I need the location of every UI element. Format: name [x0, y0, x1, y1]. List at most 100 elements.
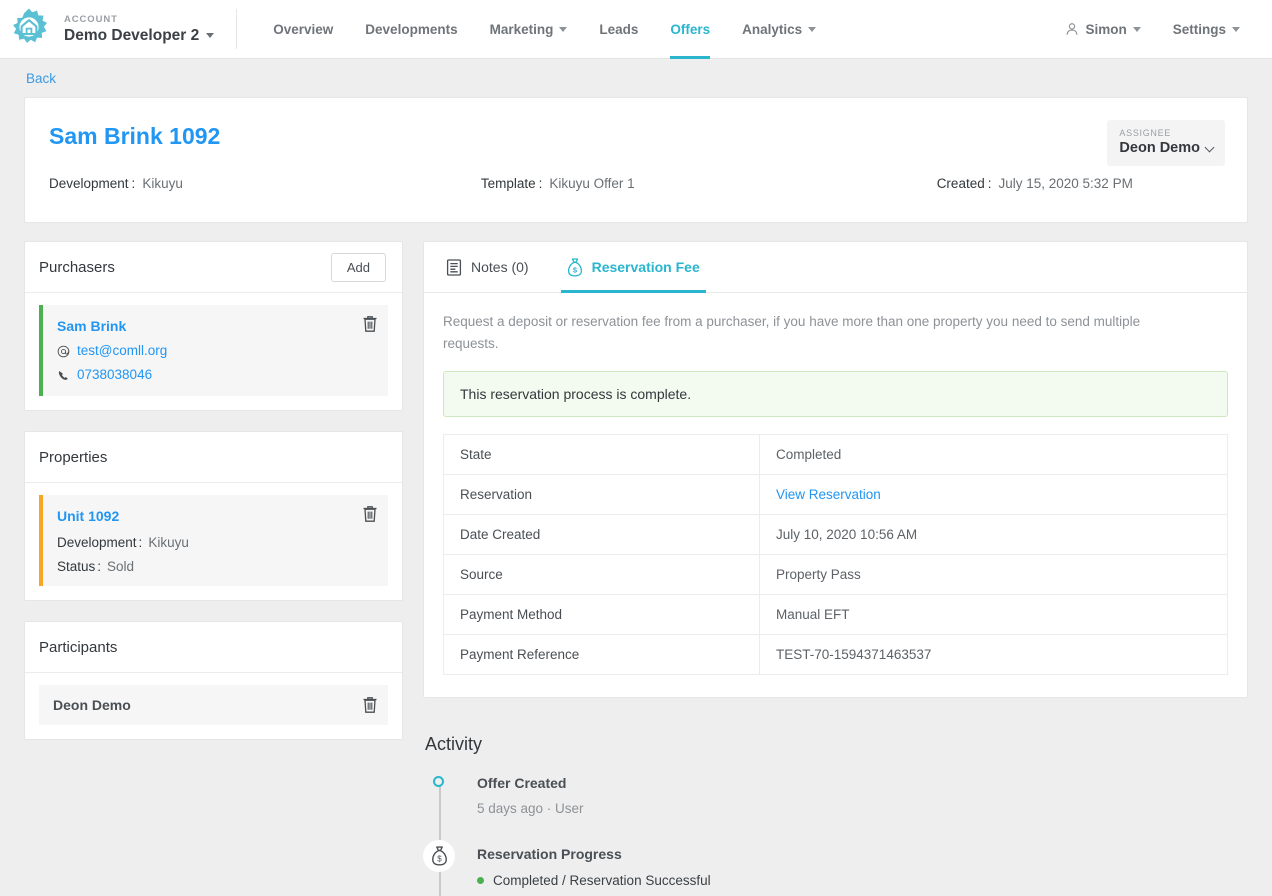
settings-menu[interactable]: Settings — [1159, 0, 1254, 59]
tab-notes[interactable]: Notes (0) — [440, 242, 535, 293]
timeline-money-bag-badge: $ — [423, 840, 455, 872]
table-row: Payment Method Manual EFT — [443, 594, 1228, 635]
tab-reservation-fee[interactable]: $ Reservation Fee — [560, 242, 706, 293]
chevron-down-icon — [206, 32, 215, 38]
assignee-name-text: Deon Demo — [1119, 140, 1200, 156]
nav-label: Analytics — [742, 21, 803, 37]
nav-divider — [236, 9, 238, 49]
purchaser-name[interactable]: Sam Brink — [57, 316, 376, 336]
nav-item-analytics[interactable]: Analytics — [726, 0, 832, 59]
top-navigation-bar: ACCOUNT Demo Developer 2 Overview Develo… — [0, 0, 1272, 59]
table-row: State Completed — [443, 434, 1228, 475]
participant-item[interactable]: Deon Demo — [39, 685, 388, 725]
properties-title: Properties — [39, 448, 108, 466]
activity-section: Activity Offer Created 5 days ago · User… — [423, 718, 1248, 896]
svg-text:$: $ — [437, 854, 442, 863]
nav-label: Overview — [273, 21, 334, 37]
nav-label: Developments — [365, 21, 458, 37]
property-name[interactable]: Unit 1092 — [57, 506, 376, 526]
main-content-column: Notes (0) $ Reservation Fee Request a de… — [423, 241, 1248, 896]
participant-name: Deon Demo — [53, 697, 131, 713]
table-row: Reservation View Reservation — [443, 474, 1228, 515]
purchaser-phone-row[interactable]: 0738038046 — [57, 366, 376, 384]
properties-panel: Properties Unit 1092 Development Kikuyu … — [24, 431, 403, 601]
property-development-label: Development — [57, 535, 142, 550]
meta-development: Development Kikuyu — [49, 176, 183, 191]
timeline-item-reservation-progress: $ Reservation Progress Completed / Reser… — [423, 840, 1248, 896]
activity-timeline: Offer Created 5 days ago · User $ Reserv… — [423, 773, 1248, 896]
meta-template: Template Kikuyu Offer 1 — [481, 176, 635, 191]
nav-item-overview[interactable]: Overview — [257, 0, 349, 59]
settings-menu-label: Settings — [1172, 21, 1226, 37]
nav-item-developments[interactable]: Developments — [349, 0, 473, 59]
row-key: Payment Method — [443, 594, 760, 635]
row-value: July 10, 2020 10:56 AM — [759, 514, 1228, 555]
row-value: Manual EFT — [759, 594, 1228, 635]
assignee-selector[interactable]: ASSIGNEE Deon Demo — [1107, 120, 1225, 166]
row-key: State — [443, 434, 760, 475]
row-value: View Reservation — [759, 474, 1228, 515]
chevron-down-icon — [1132, 26, 1141, 32]
purchasers-title: Purchasers — [39, 258, 115, 276]
purchasers-panel-header: Purchasers Add — [25, 242, 402, 293]
meta-label: Template — [481, 176, 543, 191]
add-purchaser-button[interactable]: Add — [330, 252, 386, 282]
chevron-down-icon — [808, 26, 817, 32]
meta-value: July 15, 2020 5:32 PM — [998, 176, 1133, 191]
purchasers-panel-body: Sam Brink test@comll.org 0738038046 — [25, 293, 402, 410]
page-title: Sam Brink 1092 — [49, 123, 221, 149]
nav-label: Leads — [599, 21, 639, 37]
participants-panel: Participants Deon Demo — [24, 621, 403, 740]
nav-item-marketing[interactable]: Marketing — [474, 0, 584, 59]
property-item[interactable]: Unit 1092 Development Kikuyu Status Sold — [39, 495, 388, 586]
purchaser-email[interactable]: test@comll.org — [77, 342, 167, 360]
account-name-text: Demo Developer 2 — [64, 26, 200, 44]
account-name: Demo Developer 2 — [64, 26, 215, 45]
property-status: Status Sold — [57, 559, 376, 574]
chevron-down-icon — [1204, 142, 1215, 152]
timeline-status-text: Completed / Reservation Successful — [493, 873, 711, 888]
phone-icon — [58, 370, 68, 380]
purchaser-phone[interactable]: 0738038046 — [77, 366, 152, 384]
left-sidebar-column: Purchasers Add Sam Brink test@comll.org — [24, 241, 403, 760]
app-logo[interactable] — [0, 7, 58, 51]
row-value: TEST-70-1594371463537 — [759, 634, 1228, 675]
timeline-subtext: 5 days ago · User — [477, 801, 584, 816]
timeline-status: Completed / Reservation Successful — [477, 873, 1248, 888]
meta-label: Created — [937, 176, 992, 191]
meta-created: Created July 15, 2020 5:32 PM — [937, 176, 1133, 191]
tab-notes-label: Notes (0) — [471, 259, 529, 275]
nav-item-leads[interactable]: Leads — [583, 0, 654, 59]
view-reservation-link[interactable]: View Reservation — [776, 487, 881, 502]
status-bullet-icon — [477, 877, 484, 884]
reservation-complete-alert: This reservation process is complete. — [443, 371, 1228, 417]
timeline-dot-icon — [433, 776, 444, 787]
delete-purchaser-icon[interactable] — [362, 315, 378, 333]
properties-panel-body: Unit 1092 Development Kikuyu Status Sold — [25, 483, 402, 600]
nav-label: Offers — [670, 21, 711, 37]
nav-item-offers[interactable]: Offers — [654, 0, 726, 59]
meta-label: Development — [49, 176, 135, 191]
timeline-heading: Offer Created — [477, 775, 567, 791]
user-menu[interactable]: Simon — [1051, 0, 1154, 59]
participants-panel-body: Deon Demo — [25, 673, 402, 739]
reservation-description: Request a deposit or reservation fee fro… — [443, 314, 1141, 351]
participants-panel-header: Participants — [25, 622, 402, 673]
gear-house-logo-icon — [13, 8, 47, 43]
reservation-details-table: State Completed Reservation View Reserva… — [443, 434, 1228, 675]
meta-value: Kikuyu Offer 1 — [549, 176, 635, 191]
property-status-label: Status — [57, 559, 101, 574]
account-switcher[interactable]: ACCOUNT Demo Developer 2 — [58, 14, 236, 45]
property-development: Development Kikuyu — [57, 535, 376, 550]
chevron-down-icon — [1232, 26, 1240, 32]
purchaser-item[interactable]: Sam Brink test@comll.org 0738038046 — [39, 305, 388, 396]
offer-header-card: Sam Brink 1092 Development Kikuyu Templa… — [24, 97, 1248, 223]
delete-participant-icon[interactable] — [362, 696, 378, 714]
table-row: Date Created July 10, 2020 10:56 AM — [443, 514, 1228, 555]
purchaser-email-row[interactable]: test@comll.org — [57, 342, 376, 360]
tab-bar: Notes (0) $ Reservation Fee — [424, 242, 1247, 293]
row-key: Source — [443, 554, 760, 595]
back-link[interactable]: Back — [26, 71, 56, 86]
nav-right-group: Simon Settings — [1051, 0, 1272, 59]
delete-property-icon[interactable] — [362, 505, 378, 523]
